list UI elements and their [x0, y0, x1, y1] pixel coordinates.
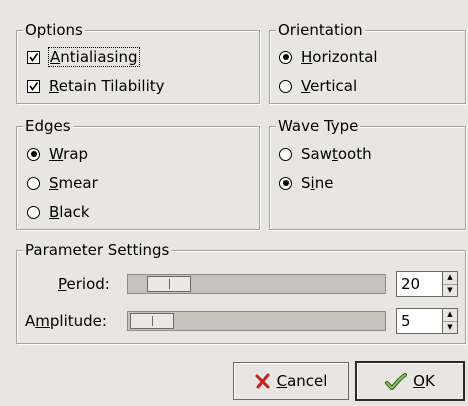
- antialiasing-check-icon: [27, 50, 40, 64]
- horizontal-label: Horizontal: [301, 48, 378, 66]
- edges-title: Edges: [23, 117, 73, 135]
- vertical-radio-icon: [279, 79, 292, 93]
- vertical-label: Vertical: [301, 77, 358, 95]
- smear-radio-icon: [27, 176, 40, 190]
- amplitude-spinbox[interactable]: 5 ▲ ▼: [396, 308, 458, 334]
- amplitude-up-arrow-icon[interactable]: ▲: [443, 309, 457, 322]
- amplitude-label: Amplitude:: [25, 312, 107, 330]
- black-radio[interactable]: Black: [27, 202, 90, 222]
- period-slider-thumb[interactable]: [146, 276, 191, 292]
- sine-label: Sine: [301, 174, 334, 192]
- sawtooth-radio[interactable]: Sawtooth: [279, 144, 372, 164]
- cancel-button[interactable]: Cancel: [233, 362, 349, 400]
- parameter-settings-title: Parameter Settings: [23, 241, 172, 259]
- horizontal-radio-icon: [279, 50, 292, 64]
- period-spin-arrows: ▲ ▼: [442, 272, 457, 296]
- period-spinbox[interactable]: 20 ▲ ▼: [396, 271, 458, 297]
- options-title: Options: [23, 21, 85, 39]
- sine-radio-icon: [279, 176, 292, 190]
- amplitude-down-arrow-icon[interactable]: ▼: [443, 322, 457, 334]
- wrap-radio[interactable]: Wrap: [27, 144, 88, 164]
- ok-button[interactable]: OK: [355, 361, 465, 401]
- green-check-icon: [385, 372, 408, 390]
- black-label: Black: [49, 203, 90, 221]
- cancel-label: Cancel: [276, 372, 328, 390]
- ok-label: OK: [413, 372, 435, 390]
- smear-radio[interactable]: Smear: [27, 173, 98, 193]
- sawtooth-label: Sawtooth: [301, 145, 372, 163]
- retain-tilability-checkbox[interactable]: Retain Tilability: [27, 76, 165, 96]
- sine-radio[interactable]: Sine: [279, 173, 333, 193]
- wrap-label: Wrap: [49, 145, 89, 163]
- period-value[interactable]: 20: [397, 275, 442, 293]
- antialiasing-label: Antialiasing: [48, 47, 140, 67]
- amplitude-slider-thumb[interactable]: [130, 313, 174, 329]
- black-radio-icon: [27, 205, 40, 219]
- amplitude-slider[interactable]: [127, 311, 386, 331]
- amplitude-spin-arrows: ▲ ▼: [442, 309, 457, 333]
- retain-tilability-check-icon: [27, 79, 40, 93]
- period-label: Period:: [58, 275, 110, 293]
- red-x-icon: [255, 373, 271, 389]
- antialiasing-checkbox[interactable]: Antialiasing: [27, 47, 140, 67]
- period-slider[interactable]: [127, 274, 386, 294]
- retain-tilability-label: Retain Tilability: [49, 77, 165, 95]
- smear-label: Smear: [49, 174, 98, 192]
- amplitude-value[interactable]: 5: [397, 312, 442, 330]
- wave-type-title: Wave Type: [276, 117, 361, 135]
- wrap-radio-icon: [27, 147, 40, 161]
- horizontal-radio[interactable]: Horizontal: [279, 47, 378, 67]
- orientation-title: Orientation: [276, 21, 365, 39]
- vertical-radio[interactable]: Vertical: [279, 76, 357, 96]
- period-down-arrow-icon[interactable]: ▼: [443, 285, 457, 297]
- sawtooth-radio-icon: [279, 147, 292, 161]
- period-up-arrow-icon[interactable]: ▲: [443, 272, 457, 285]
